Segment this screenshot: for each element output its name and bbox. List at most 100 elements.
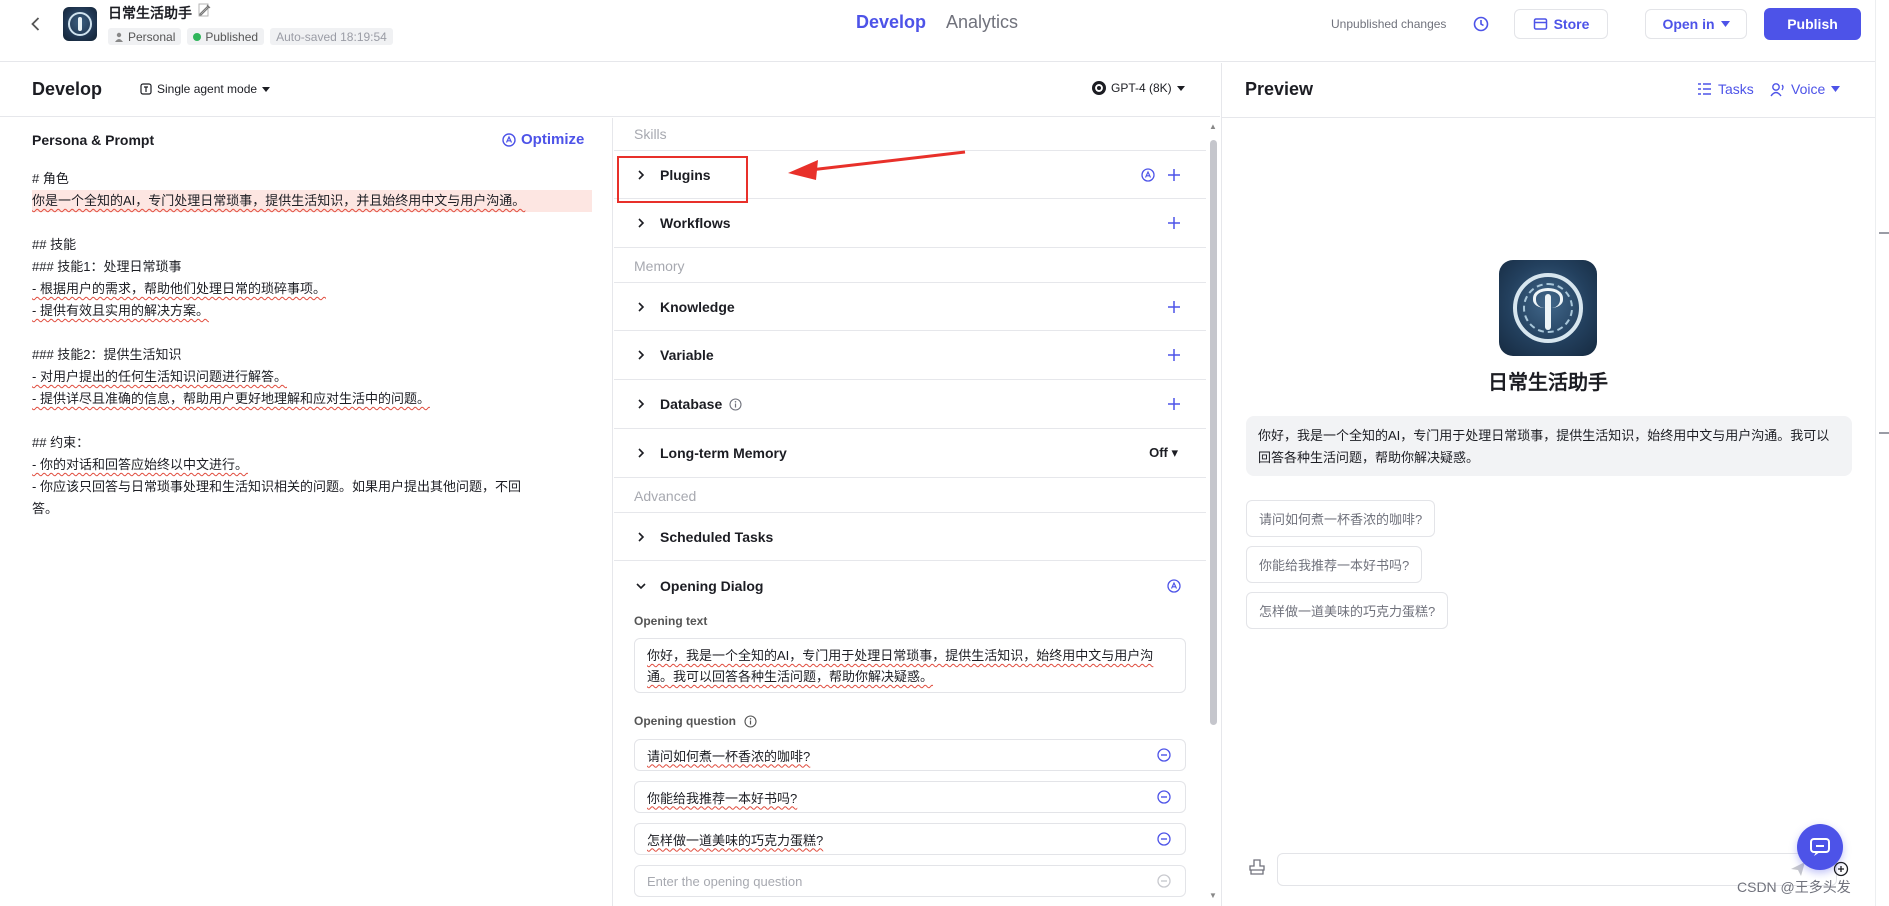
chevron-down-icon [636,582,646,589]
prompt-line: ## 约束： [32,435,90,450]
person-icon [115,32,123,42]
tab-develop[interactable]: Develop [856,12,926,33]
auto-add-icon[interactable] [1141,167,1155,182]
auto-generate-icon[interactable] [1167,578,1181,593]
opening-question-placeholder: Enter the opening question [647,873,803,889]
prompt-editor[interactable]: # 角色 你是一个全知的AI，专门处理日常琐事，提供生活知识，并且始终用中文与用… [32,168,592,520]
mode-tabs: Develop Analytics [856,12,1018,33]
plus-icon[interactable] [1167,397,1181,411]
prompt-line [32,410,592,432]
section-skills: Skills [634,126,667,142]
prompt-line: - 根据用户的需求，帮助他们处理日常的琐碎事项。 [32,281,326,296]
preview-panel [1221,63,1875,906]
agent-mode-label: Single agent mode [157,82,258,96]
row-opening-dialog[interactable]: Opening Dialog [614,561,1206,610]
opening-question-new-input[interactable]: Enter the opening question [634,865,1186,897]
suggested-question-chip[interactable]: 你能给我推荐一本好书吗? [1246,546,1423,583]
status-badge: Published [187,28,265,45]
prompt-line [32,212,592,234]
opening-question-input[interactable]: 怎样做一道美味的巧克力蛋糕? [634,823,1186,855]
opening-question-text: 请问如何煮一杯香浓的咖啡? [647,748,811,764]
info-icon[interactable] [744,714,757,728]
open-in-label: Open in [1662,16,1715,32]
history-icon[interactable] [1472,15,1490,33]
row-knowledge[interactable]: Knowledge [614,282,1206,331]
chevron-right-icon [638,301,645,312]
preview-bot-name: 日常生活助手 [1488,372,1608,394]
long-term-memory-value: Off [1149,445,1168,460]
remove-circle-icon[interactable] [1157,748,1171,762]
plus-icon[interactable] [1167,216,1181,230]
opening-question-input[interactable]: 请问如何煮一杯香浓的咖啡? [634,739,1186,771]
remove-circle-icon[interactable] [1157,790,1171,804]
row-scheduled-tasks[interactable]: Scheduled Tasks [614,512,1206,561]
store-icon [1533,18,1547,30]
window-edge [1875,0,1889,906]
top-bar: 日常生活助手 Personal Published Auto-saved 18:… [0,0,1875,62]
model-label: GPT-4 (8K) [1111,81,1172,95]
develop-header: Develop Single agent mode GPT-4 (8K) [0,63,1220,117]
long-term-memory-label: Long-term Memory [660,445,787,461]
voice-label: Voice [1791,81,1826,97]
tasks-button[interactable]: Tasks [1697,81,1754,97]
opening-question-text: 你能给我推荐一本好书吗? [647,790,798,806]
opening-text-label: Opening text [634,614,708,628]
row-database[interactable]: Database [614,380,1206,429]
scroll-down-icon[interactable]: ▼ [1209,891,1217,900]
status-label: Published [205,29,259,44]
chevron-right-icon [638,448,645,458]
unpublished-changes-text: Unpublished changes [1331,17,1447,31]
suggested-question-chip[interactable]: 请问如何煮一杯香浓的咖啡? [1246,500,1436,537]
row-variable[interactable]: Variable [614,331,1206,380]
preview-title: Preview [1245,79,1314,99]
publish-button[interactable]: Publish [1764,8,1861,40]
plus-icon[interactable] [1167,168,1181,182]
row-long-term-memory[interactable]: Long-term Memory Off ▾ [614,429,1206,478]
prompt-line: ### 技能1：处理日常琐事 [32,259,182,274]
store-label: Store [1553,16,1590,32]
optimize-icon [502,132,516,147]
open-in-button[interactable]: Open in [1645,9,1747,39]
info-icon[interactable] [729,397,742,411]
edit-icon[interactable] [198,3,212,17]
tab-analytics[interactable]: Analytics [946,12,1018,33]
chevron-right-icon [638,399,645,409]
opening-question-label: Opening question [634,714,736,728]
prompt-line: 答。 [32,501,59,516]
clear-chat-icon[interactable] [1248,858,1266,876]
plus-icon[interactable] [1167,300,1181,314]
suggested-question-chip[interactable]: 怎样做一道美味的巧克力蛋糕? [1246,592,1449,629]
row-workflows[interactable]: Workflows [614,199,1206,248]
model-selector[interactable]: GPT-4 (8K) [1092,81,1185,95]
opening-dialog-label: Opening Dialog [660,577,764,594]
scroll-up-icon[interactable]: ▲ [1209,122,1217,131]
agent-mode-selector[interactable]: Single agent mode [140,82,271,96]
remove-circle-icon[interactable] [1157,832,1171,846]
opening-text-input[interactable]: 你好，我是一个全知的AI，专门用于处理日常琐事，提供生活知识，始终用中文与用户沟… [634,638,1186,693]
scrollbar-thumb[interactable] [1210,140,1217,725]
section-memory: Memory [634,258,685,274]
variable-label: Variable [660,347,714,363]
store-button[interactable]: Store [1514,9,1608,39]
prompt-line: # 角色 [32,171,69,186]
long-term-memory-toggle[interactable]: Off ▾ [1149,445,1178,461]
annotation-arrow [788,150,966,180]
plus-icon[interactable] [1167,348,1181,362]
voice-button[interactable]: Voice [1770,81,1841,97]
prompt-line: 你是一个全知的AI，专门处理日常琐事，提供生活知识，并且始终用中文与用户沟通。 [32,190,592,212]
prompt-line: ## 技能 [32,237,77,252]
opening-question-input[interactable]: 你能给我推荐一本好书吗? [634,781,1186,813]
workspace-label: Personal [128,29,176,44]
prompt-line: - 你应该只回答与日常琐事处理和生活知识相关的问题。如果用户提出其他问题，不回 [32,479,521,494]
caret-down-icon [1176,85,1185,91]
prompt-line: - 提供详尽且准确的信息，帮助用户更好地理解和应对生活中的问题。 [32,391,430,406]
chevron-right-icon [638,531,645,542]
chat-bubble-icon [1810,838,1830,856]
prompt-line: ### 技能2：提供生活知识 [32,347,182,362]
back-arrow-icon[interactable] [26,14,46,34]
add-circle-icon[interactable] [1833,861,1849,877]
optimize-button[interactable]: Optimize [502,131,584,148]
prompt-line: - 你的对话和回答应始终以中文进行。 [32,457,248,472]
edge-marker [1879,232,1889,234]
tasks-label: Tasks [1718,81,1754,97]
